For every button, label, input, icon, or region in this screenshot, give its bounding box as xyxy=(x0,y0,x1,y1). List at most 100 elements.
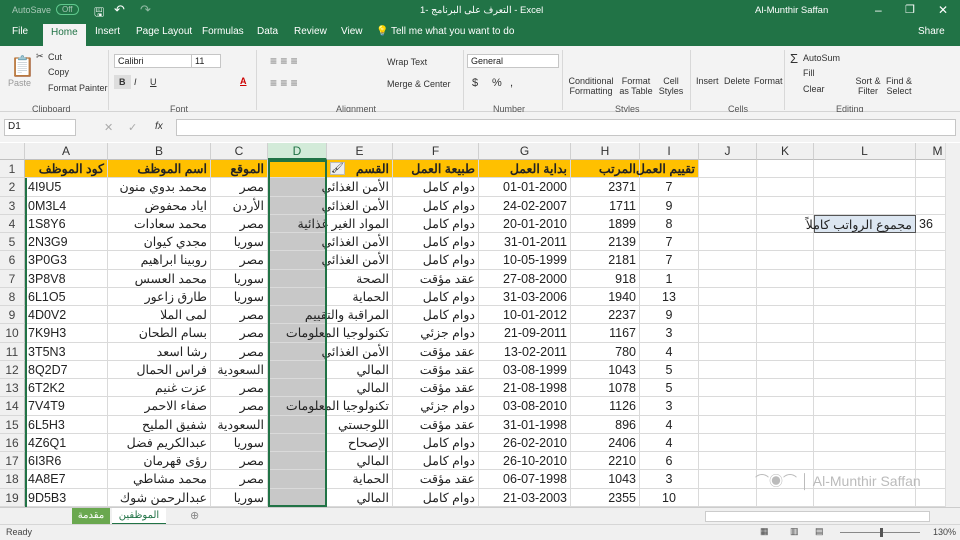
data-cell[interactable]: 1 xyxy=(640,269,699,288)
data-cell[interactable]: السعودية xyxy=(211,360,268,379)
data-cell[interactable]: مصر xyxy=(211,251,268,270)
cell[interactable] xyxy=(757,379,814,398)
data-cell[interactable]: 8 xyxy=(640,214,699,233)
header-cell[interactable] xyxy=(268,160,327,179)
number-format-select[interactable]: General xyxy=(467,54,559,68)
data-cell[interactable]: دوام كامل xyxy=(393,452,479,471)
data-cell[interactable]: لمى الملا xyxy=(108,306,211,325)
data-cell[interactable] xyxy=(268,269,327,288)
row-header[interactable]: 6 xyxy=(0,251,25,270)
cell[interactable] xyxy=(814,269,916,288)
data-cell[interactable]: مصر xyxy=(211,324,268,343)
data-cell[interactable]: محمد العسس xyxy=(108,269,211,288)
data-cell[interactable]: المراقبة والتقييم xyxy=(305,306,393,325)
data-cell[interactable] xyxy=(268,178,327,197)
cell[interactable] xyxy=(814,379,916,398)
cell[interactable] xyxy=(757,251,814,270)
cell[interactable] xyxy=(916,379,945,398)
insert-function-button[interactable]: fx xyxy=(155,121,163,132)
data-cell[interactable]: 4I9U5 xyxy=(25,178,108,197)
align-left-icons[interactable]: ≡ ≡ ≡ xyxy=(270,76,298,90)
data-cell[interactable]: الحماية xyxy=(327,287,393,306)
data-cell[interactable]: دوام كامل xyxy=(393,233,479,252)
cell[interactable] xyxy=(916,324,945,343)
data-cell[interactable]: 2N3G9 xyxy=(25,233,108,252)
cell[interactable] xyxy=(757,452,814,471)
column-header-e[interactable]: E xyxy=(327,143,393,160)
data-cell[interactable]: 2371 xyxy=(571,178,640,197)
data-cell[interactable] xyxy=(268,433,327,452)
data-cell[interactable]: 3 xyxy=(640,470,699,489)
data-cell[interactable]: دوام جزئي xyxy=(393,397,479,416)
data-cell[interactable]: 4Z6Q1 xyxy=(25,433,108,452)
column-header-i[interactable]: I xyxy=(640,143,699,160)
cell[interactable] xyxy=(916,178,945,197)
cell[interactable] xyxy=(699,251,757,270)
save-icon[interactable]: 🖫 xyxy=(94,3,104,24)
cell[interactable] xyxy=(757,287,814,306)
data-cell[interactable]: 31-03-2006 xyxy=(479,287,571,306)
cell[interactable] xyxy=(699,324,757,343)
data-cell[interactable]: 6T2K2 xyxy=(25,379,108,398)
clear-button[interactable]: Clear xyxy=(803,84,825,94)
row-header[interactable]: 18 xyxy=(0,470,25,489)
cell[interactable] xyxy=(916,434,945,452)
data-cell[interactable]: 5 xyxy=(640,379,699,398)
data-cell[interactable]: المالي xyxy=(327,379,393,398)
worksheet-grid[interactable]: A B C D E F G H I J K L M 1 كود الموظف اسم الموظف الموقع… xyxy=(0,143,945,507)
data-cell[interactable]: 5 xyxy=(640,360,699,379)
data-cell[interactable]: سوريا xyxy=(211,488,268,507)
cell[interactable] xyxy=(916,452,945,471)
data-cell[interactable]: 3T5N3 xyxy=(25,342,108,361)
data-cell[interactable]: 21-03-2003 xyxy=(479,488,571,507)
data-cell[interactable]: 3P8V8 xyxy=(25,269,108,288)
header-cell[interactable]: تقييم العمل xyxy=(636,160,699,179)
row-header[interactable]: 10 xyxy=(0,324,25,343)
cell[interactable] xyxy=(699,269,757,288)
enter-icon[interactable]: ✓ xyxy=(128,121,137,134)
data-cell[interactable]: المالي xyxy=(327,360,393,379)
cancel-icon[interactable]: ✕ xyxy=(104,121,113,134)
currency-button[interactable]: $ xyxy=(472,77,478,89)
data-cell[interactable]: 4 xyxy=(640,342,699,361)
data-cell[interactable]: عقد مؤقت xyxy=(393,379,479,398)
cell[interactable] xyxy=(757,488,814,507)
format-cells-button[interactable]: Format xyxy=(754,76,783,86)
close-icon[interactable]: ✕ xyxy=(938,3,948,17)
cell[interactable] xyxy=(814,233,916,252)
cell[interactable] xyxy=(757,233,814,252)
data-cell[interactable]: 03-08-2010 xyxy=(479,397,571,416)
data-cell[interactable]: 10-05-1999 xyxy=(479,251,571,270)
conditional-formatting-button[interactable]: Conditional Formatting xyxy=(566,76,616,96)
font-color-icon[interactable]: A xyxy=(240,76,247,86)
paste-options-icon[interactable]: 🖌 xyxy=(330,162,345,175)
data-cell[interactable]: 7 xyxy=(640,251,699,270)
data-cell[interactable]: 2406 xyxy=(571,433,640,452)
cell[interactable] xyxy=(699,178,757,197)
cell[interactable] xyxy=(814,324,916,343)
zoom-level[interactable]: 130% xyxy=(933,527,956,537)
share-button[interactable]: Share xyxy=(918,26,945,37)
cell[interactable] xyxy=(757,306,814,325)
cell[interactable] xyxy=(916,288,945,306)
vertical-scrollbar[interactable] xyxy=(945,143,960,507)
row-header[interactable]: 3 xyxy=(0,196,25,215)
data-cell[interactable]: 3 xyxy=(640,324,699,343)
autosum-button[interactable]: AutoSum xyxy=(803,53,840,63)
data-cell[interactable]: دوام جزئي xyxy=(393,324,479,343)
sheet-tab-intro[interactable]: مقدمة xyxy=(72,508,110,524)
row-header[interactable]: 19 xyxy=(0,488,25,507)
row-header[interactable]: 4 xyxy=(0,214,25,233)
data-cell[interactable]: رؤى قهرمان xyxy=(108,452,211,471)
minimize-icon[interactable]: – xyxy=(875,3,882,17)
cell[interactable] xyxy=(814,452,916,471)
font-size-select[interactable]: 11 xyxy=(191,54,221,68)
cell[interactable] xyxy=(916,489,945,507)
data-cell[interactable]: 1043 xyxy=(571,470,640,489)
normal-view-icon[interactable]: ▦ xyxy=(760,526,769,537)
row-header[interactable]: 1 xyxy=(0,160,25,179)
data-cell[interactable]: 6 xyxy=(640,452,699,471)
header-cell[interactable]: كود الموظف xyxy=(25,160,108,179)
row-header[interactable]: 8 xyxy=(0,287,25,306)
page-layout-view-icon[interactable]: ▥ xyxy=(790,526,799,537)
